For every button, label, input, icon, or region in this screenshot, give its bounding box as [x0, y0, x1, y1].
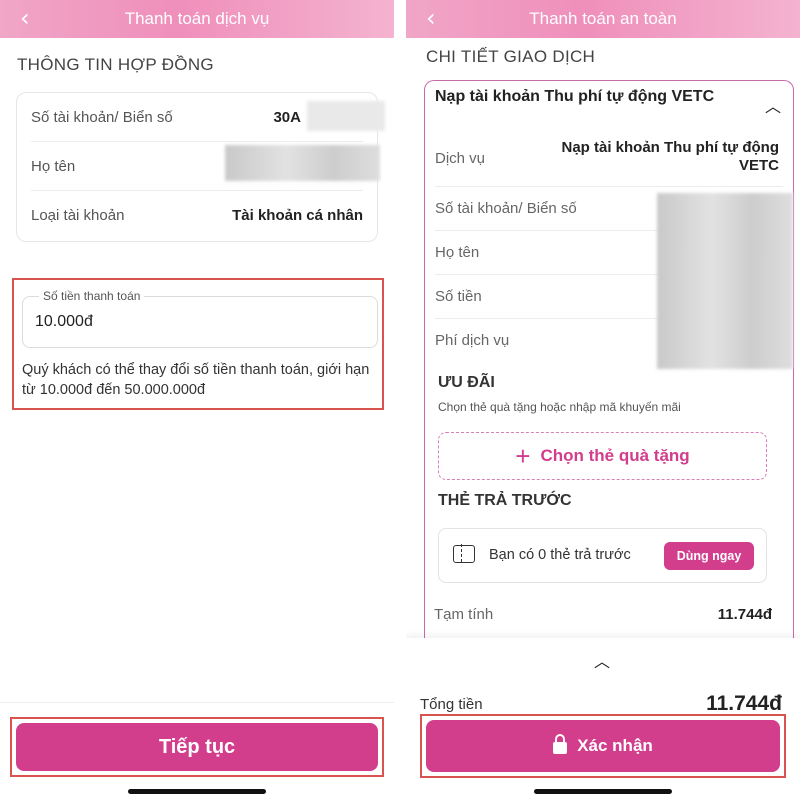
subtotal-label: Tạm tính	[434, 606, 494, 623]
header: ‹ Thanh toán an toàn	[406, 0, 800, 38]
ticket-icon	[453, 544, 475, 563]
card-title: Nạp tài khoản Thu phí tự động VETC	[435, 88, 715, 105]
name-label: Họ tên	[435, 244, 480, 261]
contract-info-card: Số tài khoản/ Biển số 30A Họ tên Loại tà…	[16, 92, 385, 242]
prepaid-title: THẺ TRẢ TRƯỚC	[438, 492, 572, 509]
amount-field[interactable]: Số tiền thanh toán 10.000đ	[22, 289, 378, 348]
redacted-values	[657, 193, 793, 369]
account-type-label: Loại tài khoản	[31, 207, 125, 224]
home-indicator	[128, 789, 266, 794]
right-screen: ‹ Thanh toán an toàn CHI TIẾT GIAO DỊCH …	[406, 0, 800, 800]
confirm-label: Xác nhận	[577, 736, 653, 755]
summary-panel: ︿ Tổng tiền 11.744đ Xác nhận	[406, 638, 800, 800]
screen-separator	[394, 0, 406, 800]
amount-note: Quý khách có thể thay đổi số tiền thanh …	[22, 362, 370, 398]
fee-label: Phí dịch vụ	[435, 332, 510, 349]
redacted-name	[225, 145, 380, 181]
service-value: Nạp tài khoản Thu phí tự động VETC	[561, 139, 779, 174]
chevron-up-icon[interactable]: ︿	[765, 93, 781, 117]
total-label: Tổng tiền	[420, 695, 483, 713]
header: ‹ Thanh toán dịch vụ	[0, 0, 394, 38]
left-screen: ‹ Thanh toán dịch vụ THÔNG TIN HỢP ĐỒNG …	[0, 0, 394, 800]
name-label: Họ tên	[31, 157, 76, 175]
choose-gift-label: Chọn thẻ quà tặng	[540, 446, 690, 465]
promo-title: ƯU ĐÃI	[438, 374, 495, 391]
back-icon[interactable]: ‹	[426, 4, 436, 32]
amount-highlight: Số tiền thanh toán 10.000đ Quý khách có …	[12, 278, 384, 410]
total-row: Tổng tiền 11.744đ	[420, 692, 782, 716]
prepaid-text: Bạn có 0 thẻ trả trước	[489, 547, 631, 563]
home-indicator	[534, 789, 672, 794]
header-title: Thanh toán an toàn	[529, 9, 677, 28]
amount-label: Số tiền	[435, 288, 482, 305]
account-label: Số tài khoản/ Biển số	[31, 108, 173, 126]
lock-icon	[553, 734, 568, 754]
account-label: Số tài khoản/ Biển số	[435, 200, 577, 217]
amount-input[interactable]: 10.000đ	[35, 313, 93, 331]
section-title: THÔNG TIN HỢP ĐỒNG	[17, 55, 214, 74]
confirm-button[interactable]: Xác nhận	[426, 720, 780, 772]
use-now-button[interactable]: Dùng ngay	[664, 542, 754, 570]
subtotal-row: Tạm tính 11.744đ	[434, 606, 772, 623]
continue-button[interactable]: Tiếp tục	[16, 723, 378, 771]
total-value: 11.744đ	[706, 692, 782, 715]
account-type-row: Loại tài khoản Tài khoản cá nhân	[31, 191, 363, 240]
subtotal-value: 11.744đ	[717, 606, 772, 623]
account-type-value: Tài khoản cá nhân	[232, 207, 363, 224]
choose-gift-button[interactable]: + Chọn thẻ quà tặng	[438, 432, 767, 480]
account-value: 30A	[273, 108, 301, 126]
service-label: Dịch vụ	[435, 150, 486, 167]
section-title: CHI TIẾT GIAO DỊCH	[426, 47, 596, 66]
caret-up-icon[interactable]: ︿	[594, 648, 610, 672]
back-icon[interactable]: ‹	[20, 4, 30, 32]
bottom-bar: Tiếp tục	[0, 702, 394, 800]
redacted-account	[307, 101, 385, 131]
amount-legend: Số tiền thanh toán	[39, 289, 145, 303]
promo-subtitle: Chọn thẻ quà tặng hoặc nhập mã khuyến mã…	[438, 400, 681, 414]
prepaid-card-box: Bạn có 0 thẻ trả trước Dùng ngay	[438, 528, 767, 583]
header-title: Thanh toán dịch vụ	[124, 9, 270, 28]
plus-icon: +	[515, 440, 531, 471]
